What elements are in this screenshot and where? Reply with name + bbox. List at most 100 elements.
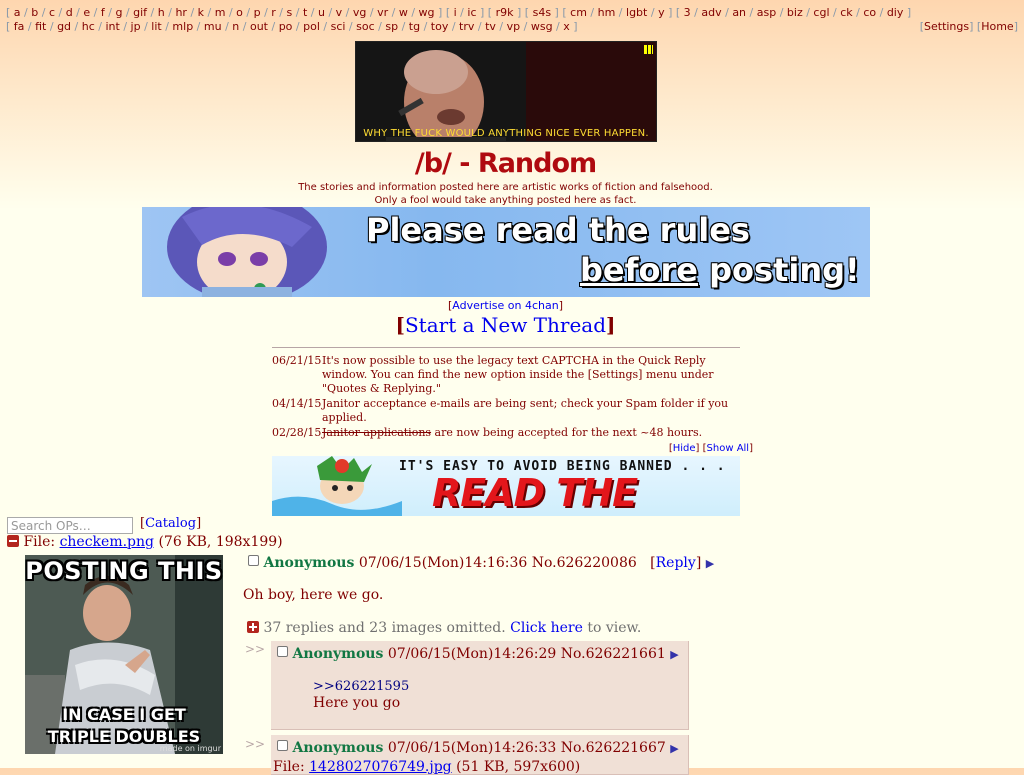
post-menu-arrow-icon[interactable]: ▶	[670, 648, 678, 661]
news-text: It's now possible to use the legacy text…	[322, 354, 714, 395]
board-link-hc[interactable]: hc	[82, 20, 95, 33]
op-thumbnail[interactable]: POSTING THIS IN CASE I GET TRIPLE DOUBLE…	[25, 555, 223, 754]
board-link-s4s[interactable]: s4s	[533, 6, 551, 19]
board-link-diy[interactable]: diy	[887, 6, 904, 19]
op-file-meta: (76 KB, 198x199)	[154, 534, 283, 550]
board-link-biz[interactable]: biz	[787, 6, 803, 19]
news-text: are now being accepted for the next ~48 …	[431, 426, 703, 439]
board-link-fit[interactable]: fit	[35, 20, 46, 33]
reply-marker: >>	[245, 642, 266, 656]
catalog: [Catalog]	[140, 516, 202, 531]
board-link-3[interactable]: 3	[684, 6, 691, 19]
reply-post-number[interactable]: No.626221667	[561, 740, 666, 756]
search-ops-input[interactable]	[7, 517, 133, 534]
reply-marker: >>	[245, 737, 266, 751]
reply-info: Anonymous 07/06/15(Mon)14:26:29 No.62622…	[277, 646, 679, 662]
board-link-jp[interactable]: jp	[131, 20, 141, 33]
advertise-link[interactable]: Advertise on 4chan	[452, 299, 558, 312]
thumb-caption-bottom1: IN CASE I GET	[62, 705, 186, 724]
reply-info: Anonymous 07/06/15(Mon)14:26:33 No.62622…	[277, 740, 679, 756]
board-link-cm[interactable]: cm	[570, 6, 587, 19]
op-post-number[interactable]: No.626220086	[532, 555, 637, 571]
reply-post-number[interactable]: No.626221661	[561, 646, 666, 662]
hide-news-link[interactable]: Hide	[673, 443, 696, 454]
board-link-lit[interactable]: lit	[151, 20, 161, 33]
board-link-p[interactable]: p	[254, 6, 261, 19]
board-link-adv[interactable]: adv	[701, 6, 721, 19]
settings-link[interactable]: Settings	[924, 20, 969, 33]
op-select-checkbox[interactable]	[248, 555, 259, 566]
post-menu-arrow-icon[interactable]: ▶	[670, 742, 678, 755]
board-link-cgl[interactable]: cgl	[813, 6, 829, 19]
rules-banner-line2: before posting!	[580, 251, 860, 289]
board-link-sci[interactable]: sci	[331, 20, 346, 33]
catalog-link[interactable]: Catalog	[145, 516, 196, 531]
reply-post: Anonymous 07/06/15(Mon)14:26:29 No.62622…	[271, 641, 689, 730]
board-link-a[interactable]: a	[14, 6, 21, 19]
ban-banner[interactable]: IT'S EASY TO AVOID BEING BANNED . . . RE…	[272, 456, 740, 516]
board-link-vg[interactable]: vg	[353, 6, 367, 19]
rules-banner-before: before	[580, 251, 698, 289]
board-subtitle-2: Only a fool would take anything posted h…	[374, 195, 637, 206]
board-link-o[interactable]: o	[236, 6, 243, 19]
board-link-pol[interactable]: pol	[303, 20, 320, 33]
banner-caption: WHY THE FUCK WOULD ANYTHING NICE EVER HA…	[363, 128, 649, 139]
news-date: 04/14/15	[272, 397, 322, 410]
reply-poster-name: Anonymous	[292, 740, 384, 756]
post-menu-arrow-icon[interactable]: ▶	[706, 557, 714, 570]
board-link-w[interactable]: w	[399, 6, 408, 19]
board-link-r9k[interactable]: r9k	[496, 6, 514, 19]
board-link-trv[interactable]: trv	[459, 20, 474, 33]
start-new-thread-link[interactable]: Start a New Thread	[405, 313, 606, 337]
board-title: /b/ - Random	[414, 148, 597, 179]
reply-quote-link[interactable]: >>626221595	[313, 679, 409, 694]
home-link[interactable]: Home	[981, 20, 1013, 33]
board-link-soc[interactable]: soc	[356, 20, 375, 33]
board-link-ck[interactable]: ck	[840, 6, 852, 19]
reply-select-checkbox[interactable]	[277, 646, 288, 657]
board-link-co[interactable]: co	[863, 6, 876, 19]
news-item: 06/21/15 It's now possible to use the le…	[272, 354, 740, 396]
board-link-hr[interactable]: hr	[175, 6, 187, 19]
board-link-vr[interactable]: vr	[377, 6, 388, 19]
board-link-gif[interactable]: gif	[133, 6, 147, 19]
board-link-po[interactable]: po	[279, 20, 293, 33]
board-link-fa[interactable]: fa	[14, 20, 25, 33]
board-link-gd[interactable]: gd	[57, 20, 71, 33]
board-link-d[interactable]: d	[66, 6, 73, 19]
board-link-out[interactable]: out	[250, 20, 268, 33]
rules-banner[interactable]: Please read the rules before posting!	[142, 207, 870, 297]
board-link-mu[interactable]: mu	[204, 20, 222, 33]
board-link-vp[interactable]: vp	[507, 20, 521, 33]
reply-post: Anonymous 07/06/15(Mon)14:26:33 No.62622…	[271, 735, 689, 775]
board-link-an[interactable]: an	[732, 6, 746, 19]
grid-icon	[644, 45, 653, 54]
board-link-m[interactable]: m	[215, 6, 226, 19]
janitor-applications-link[interactable]: Janitor applications	[322, 426, 431, 439]
board-link-h[interactable]: h	[158, 6, 165, 19]
top-banner-image[interactable]: WHY THE FUCK WOULD ANYTHING NICE EVER HA…	[355, 41, 657, 142]
op-reply-link[interactable]: Reply	[656, 555, 696, 571]
hide-thread-icon[interactable]	[7, 535, 19, 547]
board-link-tg[interactable]: tg	[409, 20, 420, 33]
show-all-news-link[interactable]: Show All	[707, 443, 750, 454]
expand-thread-icon[interactable]	[247, 621, 259, 633]
reply-select-checkbox[interactable]	[277, 740, 288, 751]
board-link-lgbt[interactable]: lgbt	[626, 6, 647, 19]
board-link-int[interactable]: int	[105, 20, 119, 33]
board-link-mlp[interactable]: mlp	[172, 20, 193, 33]
board-link-sp[interactable]: sp	[385, 20, 398, 33]
board-link-wg[interactable]: wg	[419, 6, 435, 19]
click-here-link[interactable]: Click here	[510, 620, 583, 636]
omitted-replies: 37 replies and 23 images omitted. Click …	[247, 620, 641, 636]
board-link-u[interactable]: u	[318, 6, 325, 19]
board-link-wsg[interactable]: wsg	[531, 20, 553, 33]
board-link-asp[interactable]: asp	[757, 6, 776, 19]
op-file-link[interactable]: checkem.png	[60, 534, 154, 550]
board-link-toy[interactable]: toy	[431, 20, 449, 33]
reply-comment: Here you go	[313, 695, 401, 711]
board-link-hm[interactable]: hm	[598, 6, 616, 19]
board-link-ic[interactable]: ic	[467, 6, 476, 19]
reply-file-link[interactable]: 1428027076749.jpg	[309, 759, 452, 775]
board-link-tv[interactable]: tv	[485, 20, 496, 33]
